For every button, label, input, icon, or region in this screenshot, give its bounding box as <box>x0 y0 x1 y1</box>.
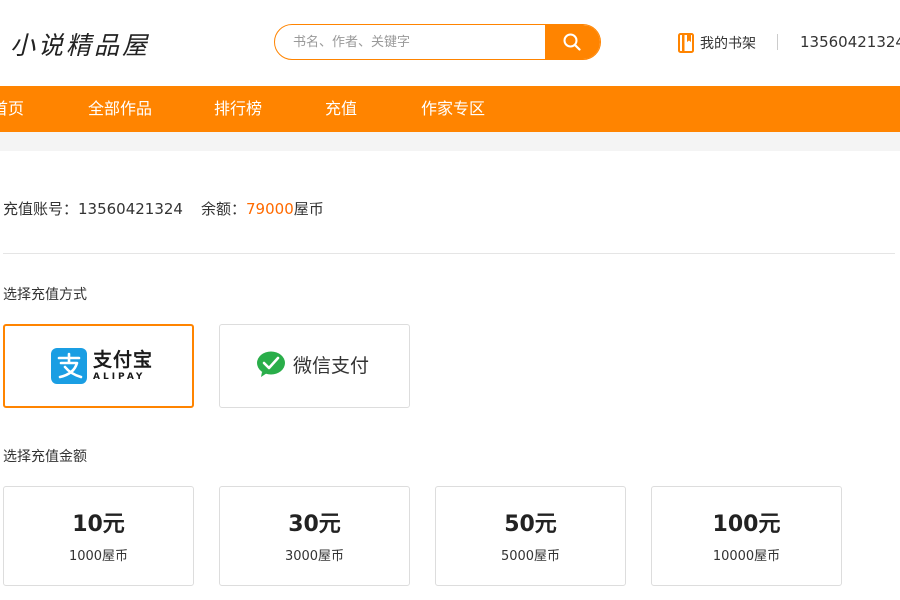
section-divider <box>3 253 895 254</box>
amount-coins: 3000屋币 <box>284 549 345 564</box>
amount-coins: 5000屋币 <box>500 549 561 564</box>
wechat-pay-logo: 微信支付 <box>256 351 369 378</box>
alipay-name-cn: 支付宝 <box>93 349 154 371</box>
payment-option-alipay[interactable]: 支付宝 ALIPAY <box>3 324 194 408</box>
balance-display: 余额：79000屋币 <box>201 198 324 219</box>
amount-option-50[interactable]: 50元 5000屋币 <box>435 486 626 586</box>
amount-yuan: 100元 <box>712 512 781 537</box>
wechat-pay-label: 微信支付 <box>293 355 370 377</box>
wechat-pay-icon <box>257 351 285 377</box>
site-header: 小说精品屋 我的书架 13560421324 <box>0 0 900 86</box>
balance-amount: 79000 <box>246 200 294 218</box>
nav-item-all-works[interactable]: 全部作品 <box>88 86 152 132</box>
search-icon <box>563 33 581 51</box>
bookshelf-icon <box>678 33 694 53</box>
search-button[interactable] <box>545 25 600 59</box>
amount-yuan: 30元 <box>288 512 341 537</box>
header-divider <box>777 34 778 50</box>
search-box <box>274 24 601 60</box>
nav-item-recharge[interactable]: 充值 <box>325 86 357 132</box>
alipay-logo: 支付宝 ALIPAY <box>51 348 153 384</box>
bookshelf-label: 我的书架 <box>700 36 756 52</box>
balance-unit: 屋币 <box>293 200 324 218</box>
payment-option-wechat[interactable]: 微信支付 <box>219 324 410 408</box>
balance-prefix: 余额： <box>201 200 247 218</box>
nav-item-home[interactable]: 首页 <box>0 86 24 132</box>
amount-option-100[interactable]: 100元 10000屋币 <box>651 486 842 586</box>
payment-method-title: 选择充值方式 <box>3 287 87 303</box>
alipay-name-en: ALIPAY <box>93 372 146 382</box>
alipay-icon <box>51 348 87 384</box>
nav-item-rankings[interactable]: 排行榜 <box>214 86 262 132</box>
recharge-account: 充值账号：13560421324 <box>3 200 183 218</box>
my-bookshelf-link[interactable]: 我的书架 <box>678 32 756 54</box>
nav-item-author-zone[interactable]: 作家专区 <box>421 86 485 132</box>
amount-option-10[interactable]: 10元 1000屋币 <box>3 486 194 586</box>
main-nav: 首页 全部作品 排行榜 充值 作家专区 <box>0 86 900 132</box>
search-input[interactable] <box>275 25 546 59</box>
amount-title: 选择充值金额 <box>3 449 87 465</box>
amount-yuan: 50元 <box>504 512 557 537</box>
amount-coins: 10000屋币 <box>712 549 781 564</box>
amount-yuan: 10元 <box>72 512 125 537</box>
amount-coins: 1000屋币 <box>68 549 129 564</box>
user-account-link[interactable]: 13560421324 <box>800 33 900 51</box>
amount-option-30[interactable]: 30元 3000屋币 <box>219 486 410 586</box>
site-logo[interactable]: 小说精品屋 <box>10 26 150 62</box>
nav-spacer <box>0 132 900 151</box>
